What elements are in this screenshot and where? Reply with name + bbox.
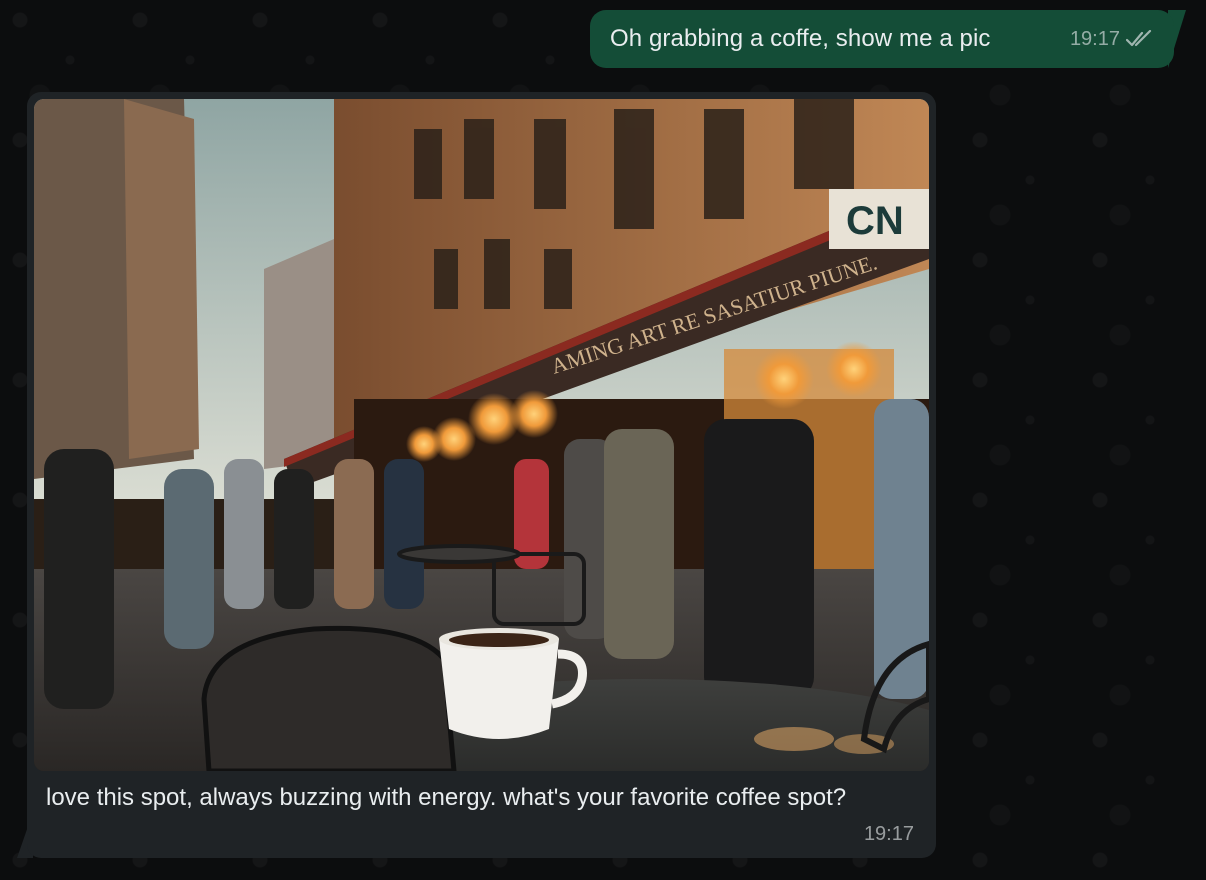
incoming-message-bubble[interactable]: AMING ART RE SASATIUR PIUNE. CN love thi… [27,92,936,858]
outgoing-message-text: Oh grabbing a coffe, show me a pic [610,25,991,52]
outgoing-message-time: 19:17 [1069,27,1120,50]
cafe-street-photo[interactable]: AMING ART RE SASATIUR PIUNE. CN [34,99,929,771]
outgoing-message-meta: 19:17 [1070,28,1152,51]
incoming-message-text: love this spot, always buzzing with ener… [46,784,847,811]
incoming-message-time: 19:17 [863,823,914,845]
double-check-icon [1126,30,1152,48]
corner-sign-text: CN [846,199,904,243]
outgoing-message-bubble[interactable]: Oh grabbing a coffe, show me a pic 19:17 [590,10,1174,68]
chat-window: Oh grabbing a coffe, show me a pic 19:17 [0,0,1206,880]
